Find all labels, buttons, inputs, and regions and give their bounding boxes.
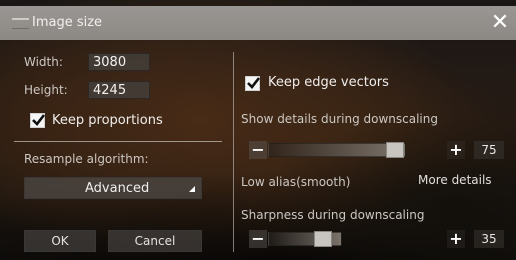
details-slider[interactable] [268, 142, 406, 158]
sharpness-plus-button[interactable]: + [447, 230, 465, 248]
width-input[interactable]: 3080 [88, 53, 150, 71]
low-alias-label: Low alias(smooth) [241, 175, 351, 189]
details-slider-thumb[interactable] [386, 142, 404, 158]
resample-selected: Advanced [85, 181, 150, 196]
image-size-dialog: Image size ✕ Width: 3080 Height: 4245 Ke… [0, 0, 516, 260]
ok-button[interactable]: OK [24, 230, 96, 252]
height-input[interactable]: 4245 [88, 81, 150, 99]
keep-proportions-checkbox[interactable] [30, 113, 46, 128]
sharpness-value: 35 [474, 230, 504, 248]
dialog-content: Width: 3080 Height: 4245 Keep proportion… [0, 40, 516, 260]
more-details-link[interactable]: More details [418, 173, 492, 187]
keep-edge-vectors-label: Keep edge vectors [268, 75, 389, 90]
details-plus-button[interactable]: + [447, 141, 465, 159]
keep-proportions-label: Keep proportions [52, 113, 163, 128]
sharpness-label: Sharpness during downscaling [241, 208, 425, 222]
details-minus-button[interactable]: − [249, 141, 267, 159]
details-value: 75 [474, 141, 504, 159]
window-title: Image size [32, 15, 103, 30]
keep-edge-vectors-checkbox[interactable] [245, 76, 261, 91]
cancel-button[interactable]: Cancel [108, 230, 202, 252]
column-divider [233, 52, 234, 252]
close-button[interactable]: ✕ [488, 11, 512, 35]
details-label: Show details during downscaling [241, 112, 438, 126]
sharpness-minus-button[interactable]: − [249, 230, 267, 248]
height-label: Height: [24, 83, 68, 97]
left-divider [14, 141, 222, 142]
close-icon: ✕ [490, 10, 510, 35]
dropdown-arrow-icon [189, 186, 195, 192]
sharpness-slider[interactable] [268, 231, 342, 247]
title-bar[interactable]: Image size ✕ [0, 6, 516, 40]
checkmark-icon [32, 114, 46, 126]
resample-dropdown[interactable]: Advanced [24, 177, 202, 199]
checkmark-icon [247, 77, 261, 89]
sharpness-slider-thumb[interactable] [314, 231, 332, 247]
window-icon [12, 18, 29, 29]
resample-label: Resample algorithm: [24, 152, 149, 166]
width-label: Width: [24, 55, 63, 69]
